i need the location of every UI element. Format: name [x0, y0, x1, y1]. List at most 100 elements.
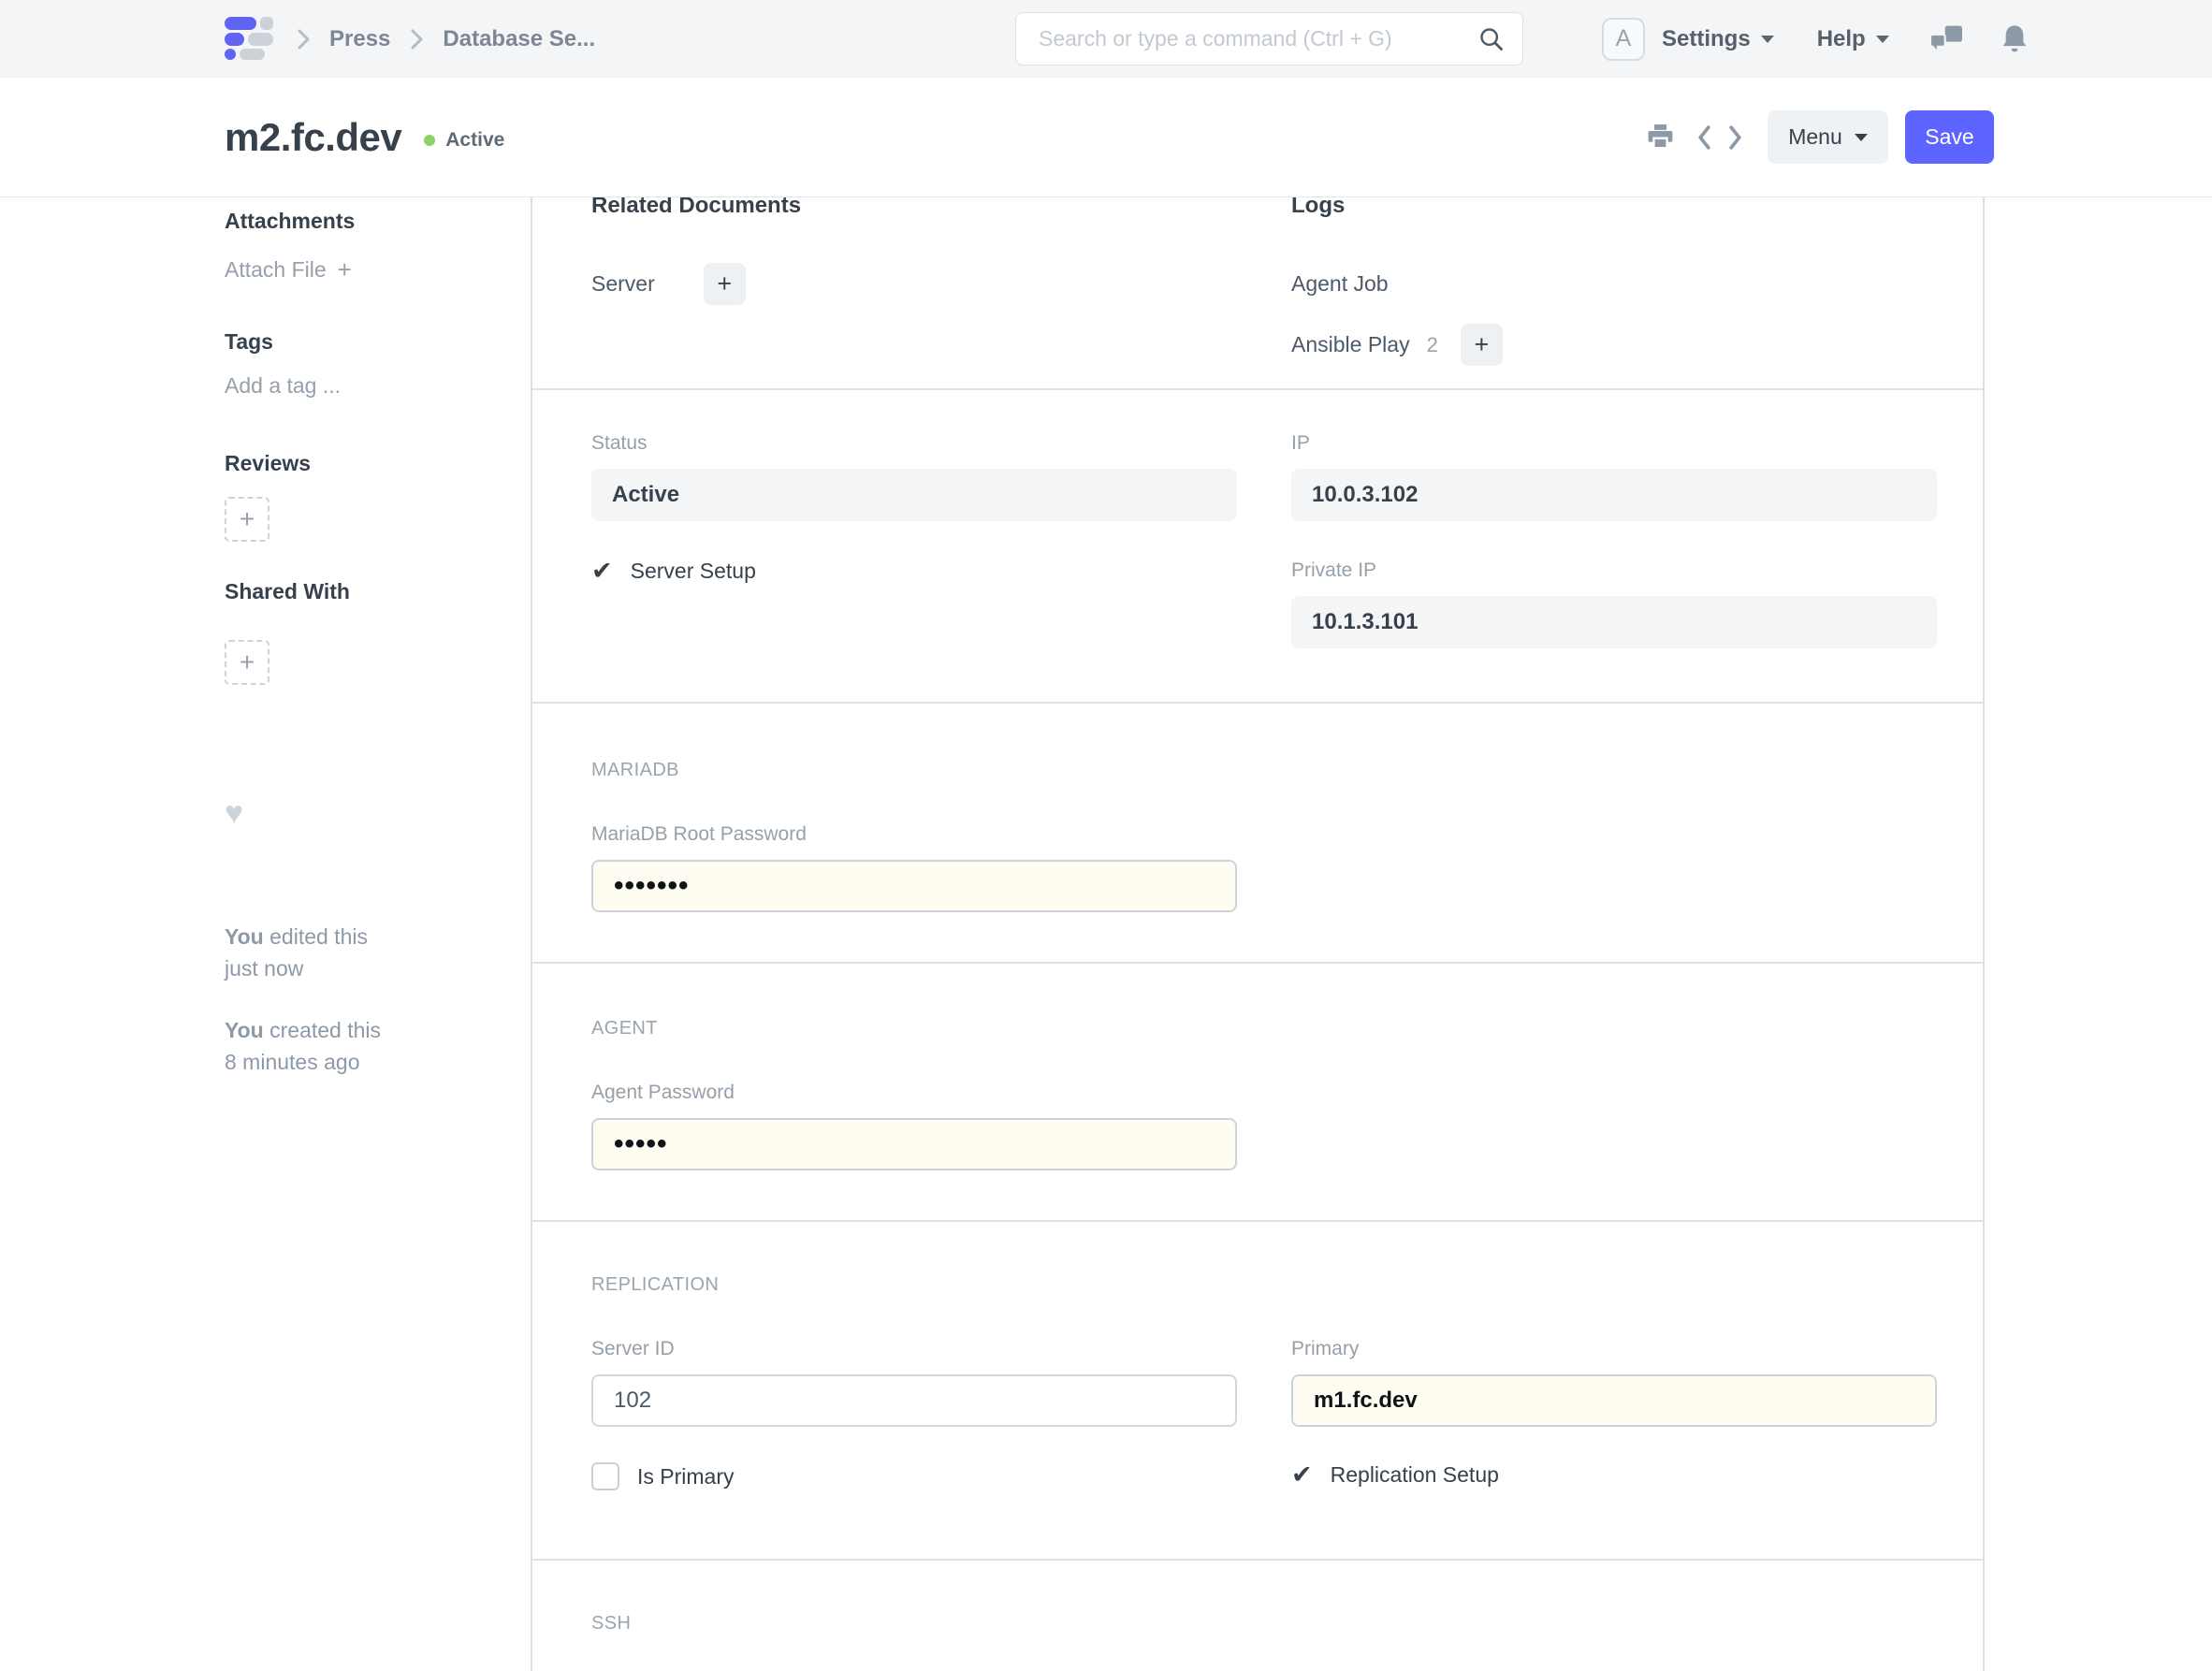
edited-info: You edited this just now — [225, 921, 505, 984]
check-icon: ✔ — [591, 559, 613, 584]
checkbox-unchecked-icon — [591, 1462, 619, 1490]
plus-icon: + — [338, 255, 352, 284]
breadcrumb-item-press[interactable]: Press — [329, 26, 390, 52]
add-share-button[interactable]: + — [225, 640, 269, 685]
server-id-input[interactable] — [591, 1374, 1237, 1427]
server-setup-checkbox[interactable]: ✔ Server Setup — [591, 559, 1237, 584]
help-menu[interactable]: Help — [1817, 26, 1889, 52]
is-primary-checkbox[interactable]: Is Primary — [591, 1462, 1237, 1490]
section-ssh: SSH — [532, 1561, 1983, 1671]
title-area: m2.fc.dev Active — [225, 78, 504, 196]
ansible-play-count: 2 — [1427, 333, 1438, 357]
primary-column: Primary ✔ Replication Setup — [1291, 1337, 1937, 1490]
created-by: You — [225, 1018, 264, 1042]
attach-file-label: Attach File — [225, 257, 327, 283]
printer-icon — [1647, 124, 1674, 150]
next-document-button[interactable] — [1727, 125, 1743, 150]
edited-when: just now — [225, 952, 505, 984]
server-id-column: Server ID Is Primary — [591, 1337, 1237, 1490]
chat-icon[interactable] — [1930, 25, 1962, 53]
agent-password-input[interactable] — [591, 1118, 1237, 1170]
logs-title: Logs — [1291, 197, 1937, 220]
plus-icon: + — [717, 269, 732, 298]
agent-job-link[interactable]: Agent Job — [1291, 271, 1389, 297]
attachments-title: Attachments — [225, 209, 505, 234]
section-replication: REPLICATION Server ID Is Primary Primary… — [532, 1222, 1983, 1561]
agent-password-label: Agent Password — [591, 1081, 1937, 1105]
logo-mark — [225, 17, 273, 30]
status-dot-icon — [424, 135, 435, 146]
section-connections: Related Documents Server + Logs Agent Jo… — [532, 197, 1983, 390]
menu-button-label: Menu — [1788, 124, 1842, 150]
chevron-right-icon — [296, 28, 311, 51]
form-sidebar: Attachments Attach File + Tags Add a tag… — [225, 197, 505, 1078]
save-button[interactable]: Save — [1905, 110, 1994, 164]
created-when: 8 minutes ago — [225, 1046, 505, 1078]
replication-section-title: REPLICATION — [591, 1274, 1937, 1296]
tags-title: Tags — [225, 329, 505, 355]
created-action: created this — [269, 1018, 381, 1042]
plus-icon: + — [240, 647, 255, 677]
caret-down-icon — [1855, 134, 1868, 141]
user-avatar[interactable]: A — [1602, 18, 1645, 61]
server-setup-label: Server Setup — [631, 559, 756, 584]
add-ansible-play-button[interactable]: + — [1461, 324, 1503, 366]
check-icon: ✔ — [1291, 1462, 1313, 1488]
page-title: m2.fc.dev — [225, 115, 401, 160]
chevron-left-icon — [1696, 125, 1712, 150]
breadcrumb-item-database-server[interactable]: Database Se... — [443, 26, 595, 52]
server-link[interactable]: Server — [591, 271, 655, 297]
status-column: Status Active ✔ Server Setup — [591, 431, 1237, 648]
caret-down-icon — [1761, 36, 1774, 43]
attach-file-button[interactable]: Attach File + — [225, 255, 505, 284]
related-documents-column: Related Documents Server + — [591, 197, 1237, 366]
replication-setup-checkbox[interactable]: ✔ Replication Setup — [1291, 1462, 1937, 1488]
form-body: Related Documents Server + Logs Agent Jo… — [531, 197, 1985, 1671]
help-label: Help — [1817, 26, 1866, 52]
print-button[interactable] — [1647, 124, 1674, 150]
app-logo[interactable] — [225, 17, 273, 60]
add-server-button[interactable]: + — [704, 263, 746, 305]
logo-mark — [225, 33, 273, 46]
plus-icon: + — [240, 504, 255, 534]
primary-input[interactable] — [1291, 1374, 1937, 1427]
reviews-title: Reviews — [225, 451, 505, 476]
is-primary-label: Is Primary — [637, 1464, 735, 1489]
settings-label: Settings — [1662, 26, 1751, 52]
agent-section-title: AGENT — [591, 1018, 1937, 1039]
like-heart-icon[interactable]: ♥ — [225, 797, 505, 829]
ip-field: 10.0.3.102 — [1291, 469, 1937, 521]
add-tag-button[interactable]: Add a tag ... — [225, 373, 505, 399]
notifications-bell-icon[interactable] — [2001, 24, 2028, 54]
header-actions: Menu Save — [1647, 78, 1994, 196]
status-indicator-label: Active — [445, 129, 504, 152]
created-info: You created this 8 minutes ago — [225, 1014, 505, 1078]
ip-label: IP — [1291, 431, 1937, 456]
private-ip-label: Private IP — [1291, 559, 1937, 583]
section-agent: AGENT Agent Password — [532, 964, 1983, 1222]
primary-label: Primary — [1291, 1337, 1937, 1361]
caret-down-icon — [1876, 36, 1889, 43]
add-review-button[interactable]: + — [225, 497, 269, 542]
replication-setup-label: Replication Setup — [1331, 1462, 1499, 1488]
mariadb-root-password-input[interactable] — [591, 860, 1237, 912]
avatar-letter: A — [1616, 25, 1632, 52]
settings-menu[interactable]: Settings — [1662, 26, 1774, 52]
navbar: Press Database Se... A Settings Help — [0, 0, 2212, 78]
link-row-server: Server + — [591, 263, 1237, 305]
mariadb-root-password-label: MariaDB Root Password — [591, 822, 1937, 847]
page-header: m2.fc.dev Active Menu Save — [0, 78, 2212, 196]
ansible-play-link[interactable]: Ansible Play — [1291, 332, 1410, 357]
navbar-right: A Settings Help — [1602, 0, 2028, 78]
mariadb-section-title: MARIADB — [591, 760, 1937, 781]
link-row-ansible-play: Ansible Play 2 + — [1291, 324, 1937, 366]
logs-column: Logs Agent Job Ansible Play 2 + — [1291, 197, 1937, 366]
section-status: Status Active ✔ Server Setup IP 10.0.3.1… — [532, 390, 1983, 704]
private-ip-field: 10.1.3.101 — [1291, 596, 1937, 648]
server-id-label: Server ID — [591, 1337, 1237, 1361]
prev-document-button[interactable] — [1696, 125, 1712, 150]
plus-icon: + — [1474, 330, 1489, 359]
menu-button[interactable]: Menu — [1768, 110, 1888, 164]
link-row-agent-job: Agent Job — [1291, 263, 1937, 305]
search-input[interactable] — [1015, 12, 1523, 65]
